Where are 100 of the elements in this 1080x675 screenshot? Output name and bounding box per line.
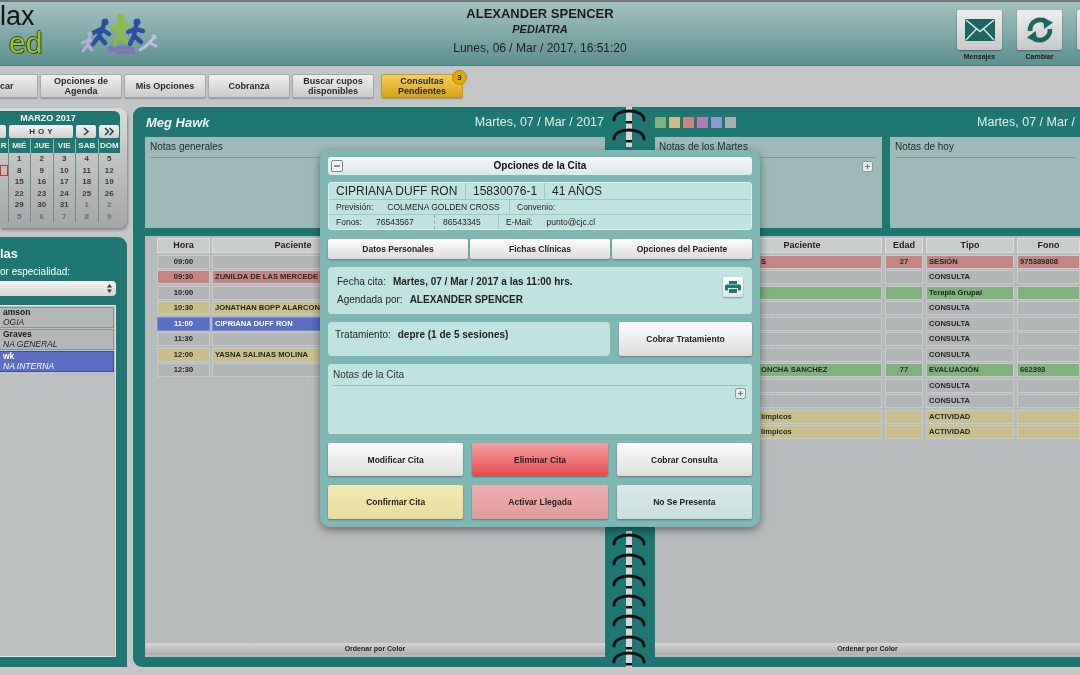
page-date: Martes, 07 / Mar / 2017: [474, 115, 604, 129]
weekday-label: SAB: [78, 141, 96, 150]
panel-title: las: [0, 246, 20, 262]
menu-button[interactable]: Cobranza: [208, 74, 290, 98]
app-logo: lax ed: [0, 2, 44, 55]
calendar-day[interactable]: 5: [97, 153, 120, 165]
weekday-label: MIÉ: [12, 141, 27, 150]
weekday-label: R: [0, 141, 7, 150]
action-button[interactable]: Modificar Cita: [328, 443, 464, 476]
calendar-day[interactable]: 25: [75, 187, 98, 199]
patient-id: 15830076-1: [473, 184, 538, 198]
field-label: Fonos:: [336, 217, 362, 227]
printer-icon: [725, 280, 741, 294]
calendar-day[interactable]: 10: [52, 164, 75, 176]
color-swatch[interactable]: [725, 116, 736, 128]
patient-option-button[interactable]: Datos Personales: [328, 239, 468, 259]
calendar-day[interactable]: 29: [7, 199, 30, 211]
field-value: COLMENA GOLDEN CROSS: [387, 202, 500, 212]
month-title: MARZO 2017: [19, 112, 77, 124]
menu-button[interactable]: car: [0, 74, 38, 98]
field-value: 86543345: [443, 217, 481, 227]
calendar-day[interactable]: 22: [7, 187, 30, 199]
calendar-day[interactable]: 4: [75, 153, 98, 165]
calendar-day[interactable]: 16: [30, 176, 53, 188]
calendar-day[interactable]: 15: [7, 176, 30, 188]
calendar-day[interactable]: 23: [30, 187, 53, 199]
calendar-day[interactable]: 26: [97, 187, 120, 199]
selected-day-cell[interactable]: [0, 164, 8, 176]
field-label: Tratamiento:: [335, 328, 391, 342]
column-header: Hora: [157, 238, 210, 253]
doctor-name: Meg Hawk: [146, 114, 210, 130]
color-swatch[interactable]: [697, 116, 708, 128]
notes-title: Notas de la Cita: [333, 369, 405, 380]
dialog-title: Opciones de la Cita: [492, 159, 588, 173]
date-time: Lunes, 06 / Mar / 2017, 16:51:20: [453, 40, 627, 57]
calendar-day[interactable]: 30: [30, 199, 53, 211]
notes-title: Notas generales: [150, 141, 223, 152]
double-chevron-button[interactable]: [99, 125, 119, 138]
plus-square-icon[interactable]: [735, 388, 746, 399]
doctor-list-item[interactable]: Graves NA GENERAL: [0, 329, 114, 350]
action-button[interactable]: Activar Llegada: [472, 485, 608, 519]
filter-label: or especialidad:: [0, 265, 72, 278]
action-button[interactable]: Cobrar Consulta: [616, 443, 752, 476]
notes-title: Notas de los Martes: [659, 141, 748, 152]
patient-age: 41 AÑOS: [552, 184, 603, 198]
doctor-list-item[interactable]: amson OGIA: [0, 307, 114, 328]
minus-square-icon[interactable]: [331, 160, 343, 172]
patient-option-button[interactable]: Opciones del Paciente: [612, 239, 752, 259]
field-value: Martes, 07 / Mar / 2017 a las 11:00 hrs.: [392, 275, 573, 289]
charge-treatment-button[interactable]: Cobrar Tratamiento: [619, 322, 752, 356]
calendar-nav-button[interactable]: [0, 125, 6, 138]
color-swatch[interactable]: [655, 116, 666, 128]
menu-button[interactable]: Opciones de Agenda: [40, 74, 122, 98]
calendar-day[interactable]: 9: [30, 164, 53, 176]
calendar-day[interactable]: 31: [52, 199, 75, 211]
calendar-day[interactable]: 11: [75, 164, 98, 176]
weekday-label: JUE: [33, 141, 50, 150]
calendar-day[interactable]: 19: [97, 176, 120, 188]
action-button[interactable]: No Se Presenta: [616, 485, 752, 519]
doctor-list-item[interactable]: wk NA INTERNA: [0, 351, 114, 372]
calendar-day[interactable]: 8: [7, 164, 30, 176]
calendar-day[interactable]: 18: [75, 176, 98, 188]
user-name: ALEXANDER SPENCER: [466, 6, 614, 22]
calendar-day[interactable]: 2: [30, 153, 53, 165]
calendar-day[interactable]: 24: [52, 187, 75, 199]
field-label: Convenio:: [517, 202, 556, 212]
menu-button[interactable]: Mis Opciones: [124, 74, 206, 98]
today-button[interactable]: HOY: [9, 125, 73, 138]
count-badge: 3: [452, 70, 467, 85]
menu-button[interactable]: Buscar cupos disponibles: [292, 74, 374, 98]
field-value: depre (1 de 5 sesiones): [397, 328, 509, 342]
plus-square-icon[interactable]: [862, 161, 873, 172]
color-swatch[interactable]: [711, 116, 722, 128]
calendar-day[interactable]: 12: [97, 164, 120, 176]
next-button[interactable]: [76, 125, 96, 138]
chevron-right-icon: [83, 127, 89, 136]
print-button[interactable]: [723, 277, 743, 297]
calendar-day[interactable]: 3: [52, 153, 75, 165]
patient-option-button[interactable]: Fichas Clínicas: [470, 239, 610, 259]
toolbar-button[interactable]: [1077, 10, 1080, 50]
page-date: Martes, 07 / Mar /: [977, 115, 1075, 129]
column-header: Fono: [1017, 238, 1080, 253]
field-label: Previsión:: [336, 202, 374, 212]
field-value: ALEXANDER SPENCER: [409, 293, 523, 307]
double-chevron-right-icon: [104, 127, 114, 136]
weekday-label: DOM: [99, 141, 119, 150]
color-swatch[interactable]: [683, 116, 694, 128]
column-header: Tipo: [926, 238, 1014, 253]
action-button[interactable]: Confirmar Cita: [328, 485, 464, 519]
field-value: punto@cjc.cl: [546, 217, 596, 227]
patient-name: CIPRIANA DUFF RON: [336, 184, 458, 198]
color-swatch[interactable]: [669, 116, 680, 128]
user-specialty: PEDIATRA: [512, 22, 568, 37]
column-header: Edad: [885, 238, 923, 253]
calendar-day[interactable]: 1: [7, 153, 30, 165]
action-button[interactable]: Eliminar Cita: [472, 443, 608, 476]
calendar-day[interactable]: 17: [52, 176, 75, 188]
up-down-arrows-icon: [107, 284, 112, 293]
specialty-select[interactable]: [0, 281, 116, 296]
refresh-icon: [1024, 15, 1055, 45]
